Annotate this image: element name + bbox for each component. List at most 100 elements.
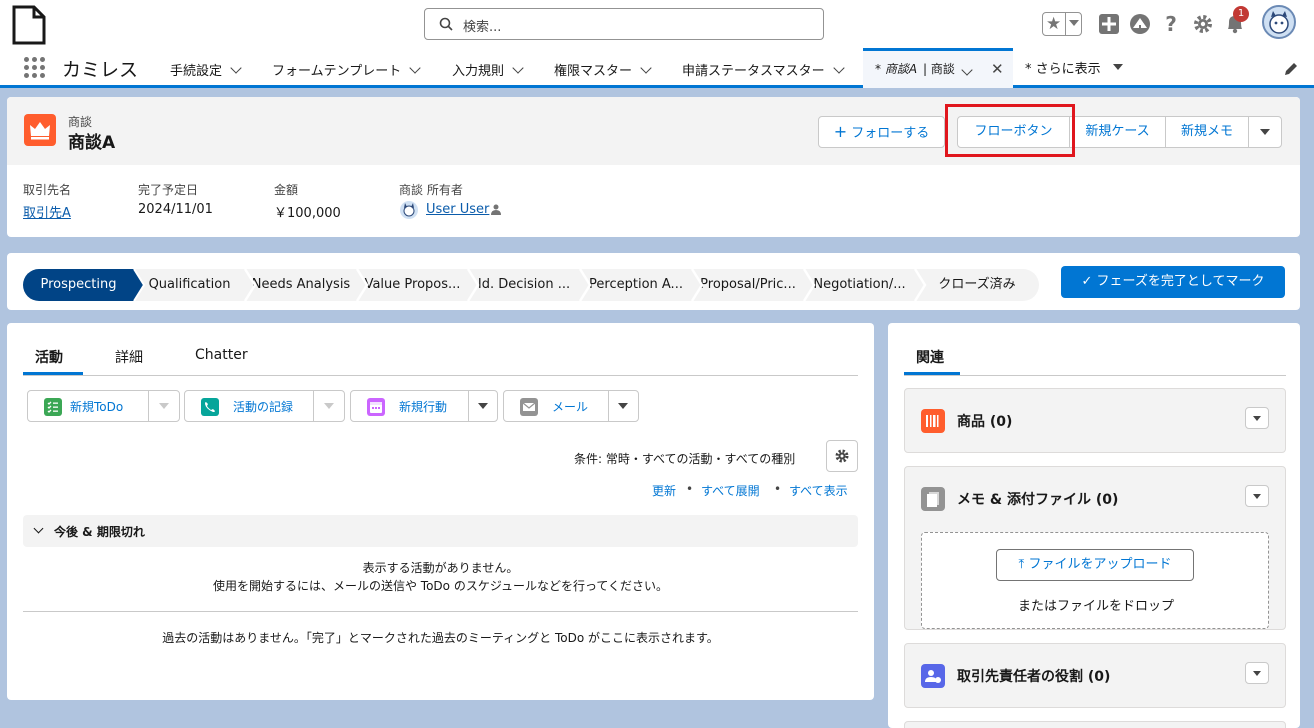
close-icon[interactable]: ✕: [991, 60, 1004, 78]
help-icon[interactable]: ?: [1160, 13, 1182, 35]
path-stage-prospecting[interactable]: Prospecting: [23, 269, 134, 301]
path-stage-id-decision[interactable]: Id. Decision ...: [468, 269, 580, 301]
nav-item-label: 申請ステータスマスター: [682, 64, 825, 79]
upcoming-overdue-section[interactable]: 今後 & 期限切れ: [23, 515, 858, 547]
gear-icon[interactable]: [1192, 13, 1214, 35]
tabs-divider: [23, 375, 858, 376]
chevron-down-icon[interactable]: [230, 62, 242, 74]
new-todo-button[interactable]: 新規ToDo: [27, 390, 180, 422]
follow-button[interactable]: + フォローする: [818, 116, 945, 148]
app-launcher-icon[interactable]: [24, 57, 46, 79]
related-products-card: 商品 (0): [904, 388, 1286, 453]
expand-all-link[interactable]: すべて展開: [701, 482, 760, 499]
tab-chatter[interactable]: Chatter: [195, 347, 248, 363]
related-contact-roles-title[interactable]: 取引先責任者の役割 (0): [957, 666, 1110, 686]
nav-item-procedure-settings[interactable]: 手続設定: [170, 60, 242, 79]
path-stage-value-proposition[interactable]: Value Propos...: [357, 269, 468, 301]
path-chevron-separator: [690, 269, 704, 301]
chevron-down-icon[interactable]: [961, 64, 973, 76]
more-actions-button[interactable]: [1248, 116, 1282, 148]
trailhead-icon[interactable]: [1129, 13, 1151, 35]
tab-details[interactable]: 詳細: [115, 347, 143, 367]
search-icon: [439, 17, 453, 31]
path-stage-proposal[interactable]: Proposal/Pric...: [692, 269, 804, 301]
view-all-link[interactable]: すべて表示: [789, 482, 848, 499]
log-activity-button[interactable]: 活動の記録: [184, 390, 345, 422]
divider: [23, 611, 858, 612]
path-chevron-separator: [243, 269, 257, 301]
upload-icon: ⤒: [1018, 557, 1025, 572]
mark-stage-complete-button[interactable]: ✓ フェーズを完了としてマーク: [1061, 266, 1285, 298]
path-stage-perception-analysis[interactable]: Perception A...: [580, 269, 692, 301]
file-drop-zone[interactable]: ⤒ ファイルをアップロード またはファイルをドロップ: [921, 532, 1269, 629]
upload-file-button[interactable]: ⤒ ファイルをアップロード: [996, 549, 1194, 581]
path-stage-negotiation[interactable]: Negotiation/...: [804, 269, 915, 301]
related-products-menu[interactable]: [1245, 407, 1269, 429]
follow-label: フォローする: [851, 126, 930, 141]
chevron-down-icon[interactable]: [478, 403, 488, 409]
new-todo-label: 新規ToDo: [70, 400, 124, 414]
field-label-owner: 商談 所有者: [399, 183, 463, 197]
nav-item-permission-master[interactable]: 権限マスター: [554, 60, 652, 79]
calendar-icon: [367, 398, 385, 416]
chevron-down-icon[interactable]: [640, 62, 652, 74]
add-icon[interactable]: [1098, 13, 1120, 35]
global-search-input[interactable]: 検索...: [424, 8, 824, 40]
app-navigation-bar: カミレス 手続設定 フォームテンプレート 入力規則 権限マスター 申請ステータス…: [0, 48, 1314, 88]
nav-item-validation-rules[interactable]: 入力規則: [452, 60, 524, 79]
related-notes-attachments-card: メモ & 添付ファイル (0) ⤒ ファイルをアップロード またはファイルをドロ…: [904, 466, 1286, 630]
chevron-down-icon: [33, 523, 44, 534]
activity-settings-button[interactable]: [826, 440, 858, 472]
related-products-title[interactable]: 商品 (0): [957, 411, 1012, 431]
chevron-down-icon: [1260, 128, 1270, 135]
call-icon: [201, 398, 219, 416]
path-chevron-separator: [132, 269, 146, 301]
separator-dot: •: [774, 482, 782, 496]
path-chevron-separator: [913, 269, 927, 301]
new-event-button[interactable]: 新規行動: [350, 390, 498, 422]
new-event-label: 新規行動: [399, 400, 448, 414]
change-owner-icon[interactable]: [489, 203, 503, 217]
chevron-down-icon[interactable]: [618, 403, 628, 409]
owner-link[interactable]: User User: [426, 202, 489, 217]
nav-item-form-template[interactable]: フォームテンプレート: [272, 60, 421, 79]
related-contact-roles-card: 取引先責任者の役割 (0): [904, 643, 1286, 708]
chevron-down-icon[interactable]: [832, 62, 845, 74]
related-notes-title[interactable]: メモ & 添付ファイル (0): [957, 489, 1118, 509]
nav-item-status-master[interactable]: 申請ステータスマスター: [682, 60, 845, 79]
chevron-down-icon[interactable]: [1113, 64, 1123, 70]
check-icon: ✓: [1081, 274, 1093, 289]
tab-activity[interactable]: 活動: [35, 347, 63, 367]
nav-item-label: フォームテンプレート: [272, 64, 402, 79]
chevron-down-icon: [1253, 494, 1261, 499]
tab-related[interactable]: 関連: [916, 347, 944, 367]
favorites-button[interactable]: ★: [1042, 12, 1082, 36]
account-link[interactable]: 取引先A: [23, 202, 71, 221]
activity-filter-text: 条件: 常時・すべての活動・すべての種別: [574, 452, 796, 466]
chevron-down-icon[interactable]: [409, 62, 421, 74]
mark-stage-label: フェーズを完了としてマーク: [1096, 274, 1265, 289]
nav-more-button[interactable]: * さらに表示: [1025, 58, 1101, 77]
user-avatar[interactable]: [1262, 5, 1296, 39]
new-case-button[interactable]: 新規ケース: [1070, 116, 1166, 148]
chevron-down-icon: [1253, 671, 1261, 676]
record-highlights: 商談 商談A + フォローする フローボタン 新規ケース 新規メモ: [7, 97, 1300, 165]
owner-avatar-icon: [400, 201, 418, 219]
chevron-down-icon[interactable]: [512, 62, 524, 74]
nav-tab-opportunity-a[interactable]: * 商談A | 商談 ✕: [863, 48, 1013, 88]
path-stage-closed[interactable]: クローズ済み: [915, 269, 1039, 301]
path-stage-qualification[interactable]: Qualification: [134, 269, 245, 301]
nav-item-label: 手続設定: [170, 64, 223, 79]
related-notes-menu[interactable]: [1245, 485, 1269, 507]
edit-nav-icon[interactable]: [1283, 61, 1299, 77]
refresh-link[interactable]: 更新: [652, 482, 676, 499]
related-contact-roles-menu[interactable]: [1245, 662, 1269, 684]
activity-panel: 活動 詳細 Chatter 新規ToDo 活動の記録 新規行動 メール 条件: …: [7, 323, 874, 700]
highlight-annotation: [945, 104, 1075, 157]
chevron-down-icon: [1069, 20, 1079, 26]
avatar-icon: [1269, 11, 1289, 34]
email-button[interactable]: メール: [503, 390, 639, 422]
path-stage-needs-analysis[interactable]: Needs Analysis: [245, 269, 357, 301]
new-memo-button[interactable]: 新規メモ: [1165, 116, 1249, 148]
gear-icon: [835, 449, 849, 463]
